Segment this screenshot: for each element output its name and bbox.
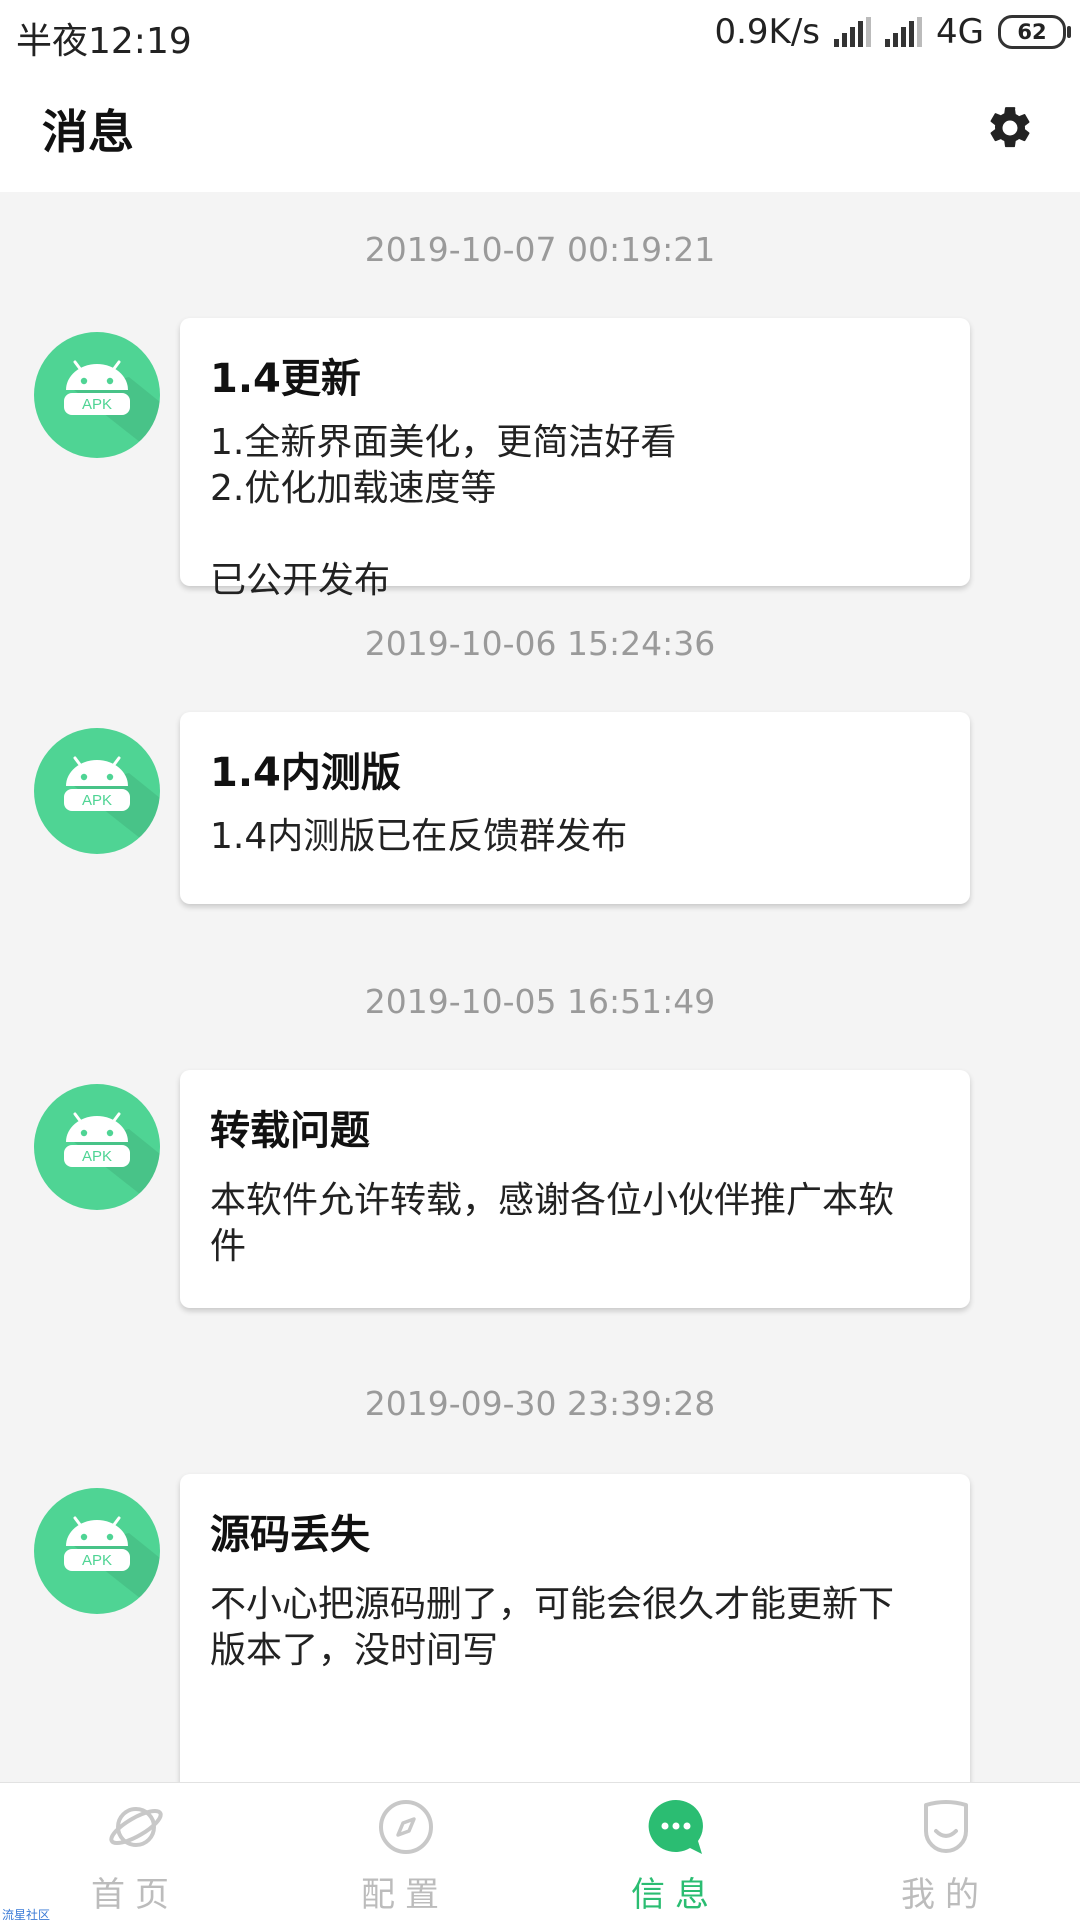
smile-icon — [924, 1800, 968, 1853]
message-body: 不小心把源码删了，可能会很久才能更新下 版本了，没时间写 — [210, 1584, 895, 1671]
message-title: 1.4更新 — [210, 356, 361, 402]
signal-icon — [834, 17, 872, 47]
status-bar: 半夜12:19 0.9K/s 4G 62 — [0, 0, 1080, 70]
nav-label-config: 配置 — [361, 1875, 449, 1915]
android-apk-icon: APK — [64, 1516, 160, 1614]
message-title: 转载问题 — [210, 1108, 370, 1154]
android-apk-icon: APK — [64, 1112, 160, 1210]
avatar-label: APK — [82, 396, 112, 413]
message-list[interactable]: 2019-10-07 00:19:21 APK 1.4更新 1.全新界面美化，更… — [0, 192, 1080, 1782]
watermark-text: 流星社区 — [2, 1908, 51, 1920]
network-speed: 0.9K/s — [714, 12, 821, 52]
message-card[interactable]: 1.4更新 1.全新界面美化，更简洁好看 2.优化加载速度等 已公开发布 — [180, 318, 970, 601]
apk-avatar: APK — [34, 1488, 160, 1614]
message-card[interactable]: 源码丢失 不小心把源码删了，可能会很久才能更新下 版本了，没时间写 — [180, 1474, 970, 1782]
nav-item-home[interactable]: 首页 — [0, 1783, 270, 1920]
network-type: 4G — [936, 12, 984, 52]
app-header: 消息 — [0, 70, 1080, 192]
message-title: 源码丢失 — [210, 1512, 370, 1558]
nav-label-profile: 我的 — [901, 1875, 989, 1915]
avatar-label: APK — [82, 1148, 112, 1165]
avatar-label: APK — [82, 1552, 112, 1569]
chat-bubble-icon — [648, 1799, 703, 1854]
message-title: 1.4内测版 — [210, 750, 401, 796]
message-body: 1.全新界面美化，更简洁好看 2.优化加载速度等 已公开发布 — [210, 422, 677, 601]
compass-icon — [379, 1800, 433, 1854]
android-apk-icon: APK — [64, 360, 160, 458]
apk-avatar: APK — [34, 332, 160, 458]
planet-icon — [109, 1807, 163, 1847]
nav-item-messages[interactable]: 信息 — [540, 1783, 810, 1920]
battery-icon: 62 — [998, 15, 1071, 49]
page-title: 消息 — [42, 105, 134, 159]
apk-avatar: APK — [34, 1084, 160, 1210]
nav-item-config[interactable]: 配置 — [270, 1783, 540, 1920]
message-timestamp: 2019-09-30 23:39:28 — [364, 1384, 716, 1423]
message-timestamp: 2019-10-06 15:24:36 — [364, 624, 716, 663]
avatar-label: APK — [82, 792, 112, 809]
nav-label-messages: 信息 — [631, 1875, 719, 1915]
apk-avatar: APK — [34, 728, 160, 854]
status-time: 半夜12:19 — [16, 21, 192, 62]
settings-button[interactable] — [978, 96, 1042, 160]
status-indicators: 0.9K/s 4G 62 — [714, 12, 1071, 52]
message-body: 本软件允许转载，感谢各位小伙伴推广本软 件 — [210, 1180, 895, 1267]
messages-screen: 半夜12:19 0.9K/s 4G 62 消息 2019-10-07 00:19… — [0, 0, 1080, 1920]
message-card[interactable]: 转载问题 本软件允许转载，感谢各位小伙伴推广本软 件 — [180, 1070, 970, 1308]
nav-item-profile[interactable]: 我的 — [810, 1783, 1080, 1920]
message-card[interactable]: 1.4内测版 1.4内测版已在反馈群发布 — [180, 712, 970, 904]
bottom-nav: 首页 配置 信息 我的 — [0, 1782, 1080, 1920]
android-apk-icon: APK — [64, 756, 160, 854]
signal-icon-2 — [885, 17, 923, 47]
message-body: 1.4内测版已在反馈群发布 — [210, 816, 628, 857]
message-timestamp: 2019-10-07 00:19:21 — [364, 230, 716, 269]
gear-icon — [990, 107, 1030, 148]
message-timestamp: 2019-10-05 16:51:49 — [364, 982, 716, 1021]
battery-level: 62 — [1017, 20, 1047, 44]
